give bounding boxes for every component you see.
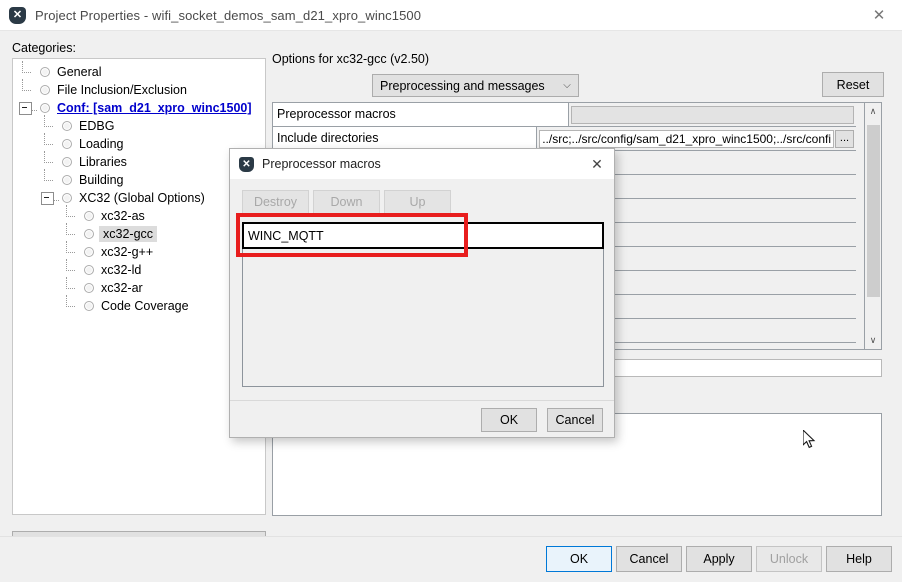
macros-list[interactable]: WINC_MQTT [242,222,604,387]
tree-expander-icon[interactable] [41,192,59,205]
sidebar-item-label: xc32-ar [101,281,143,295]
sidebar-item-label: File Inclusion/Exclusion [57,83,187,97]
modal-footer: OK Cancel [230,400,614,437]
sidebar-item-edbg[interactable]: EDBG [13,117,265,135]
tree-expander-icon[interactable] [19,102,37,115]
modal-footer-separator [230,400,614,401]
apply-button[interactable]: Apply [686,546,752,572]
modal-title: Preprocessor macros [262,157,381,171]
sidebar-item-label: XC32 (Global Options) [79,191,205,205]
browse-ellipsis-button[interactable]: ... [835,130,854,148]
sidebar-item-label: Code Coverage [101,299,189,313]
modal-title-bar: ✕ Preprocessor macros ✕ [230,149,614,179]
mouse-cursor [803,430,817,450]
sidebar-item-xc32-gcc[interactable]: xc32-gcc [13,225,265,243]
categories-tree: General File Inclusion/Exclusion Conf: [sa… [13,59,265,315]
sidebar-item-xc32-ld[interactable]: xc32-ld [13,261,265,279]
window-title-bar: ✕ Project Properties - wifi_socket_demos… [0,0,902,31]
sidebar-item-label: General [57,65,101,79]
tree-node-icon [84,247,94,257]
down-button: Down [313,190,380,214]
sidebar-item-label: xc32-g++ [101,245,153,259]
sidebar-item-loading[interactable]: Loading [13,135,265,153]
preprocessor-macros-dialog: ✕ Preprocessor macros ✕ Destroy Down Up … [229,148,615,438]
tree-node-icon [62,139,72,149]
sidebar-item-xc32-global-options[interactable]: XC32 (Global Options) [13,189,265,207]
tree-node-icon [40,85,50,95]
up-button: Up [384,190,451,214]
collapse-icon[interactable] [41,192,54,205]
tree-node-icon [84,283,94,293]
tree-connector [19,81,37,99]
window-title: Project Properties - wifi_socket_demos_s… [35,8,421,23]
scroll-down-icon[interactable]: ∨ [865,332,881,349]
tree-node-icon [84,229,94,239]
sidebar-item-label: Loading [79,137,124,151]
categories-label: Categories: [12,41,76,55]
tree-node-icon [40,67,50,77]
tree-node-icon [62,193,72,203]
tree-node-icon [62,121,72,131]
option-value-box[interactable] [571,106,854,124]
app-shield-x-icon: ✕ [9,7,26,24]
tree-node-icon [62,157,72,167]
reset-button[interactable]: Reset [822,72,884,97]
categories-tree-panel[interactable]: General File Inclusion/Exclusion Conf: [sa… [12,58,266,515]
macro-entry-input[interactable]: WINC_MQTT [242,222,604,249]
collapse-icon[interactable] [19,102,32,115]
chevron-down-icon: ⌵ [556,80,578,91]
ok-button[interactable]: OK [546,546,612,572]
sidebar-item-building[interactable]: Building [13,171,265,189]
project-properties-window: ✕ Project Properties - wifi_socket_demos… [0,0,902,582]
scroll-up-icon[interactable]: ∧ [865,103,881,120]
sidebar-item-label: Conf: [sam_d21_xpro_winc1500] [57,101,252,115]
sidebar-item-xc32-ar[interactable]: xc32-ar [13,279,265,297]
modal-cancel-button[interactable]: Cancel [547,408,603,432]
tree-node-icon [62,175,72,185]
dialog-button-bar: OK Cancel Apply Unlock Help [0,536,902,582]
sidebar-item-general[interactable]: General [13,63,265,81]
option-value-text[interactable]: ../src;../src/config/sam_d21_xpro_winc15… [539,130,834,148]
option-value-cell[interactable] [569,103,856,126]
button-bar-separator [0,536,902,537]
options-table-row[interactable]: Preprocessor macros [273,103,856,127]
sidebar-item-label: xc32-ld [101,263,141,277]
window-close-button[interactable]: ✕ [856,0,902,31]
sidebar-item-xc32-g[interactable]: xc32-g++ [13,243,265,261]
option-categories-select[interactable]: Preprocessing and messages ⌵ [372,74,579,97]
sidebar-item-file-inclusion-exclusion[interactable]: File Inclusion/Exclusion [13,81,265,99]
options-title: Options for xc32-gcc (v2.50) [272,52,429,66]
option-value-cell[interactable]: ../src;../src/config/sam_d21_xpro_winc15… [537,127,856,150]
sidebar-item-code-coverage[interactable]: Code Coverage [13,297,265,315]
modal-ok-button[interactable]: OK [481,408,537,432]
help-button[interactable]: Help [826,546,892,572]
sidebar-item-label: Libraries [79,155,127,169]
options-table-scrollbar[interactable]: ∧ ∨ [864,103,881,349]
sidebar-item-label: xc32-gcc [99,226,157,242]
destroy-button: Destroy [242,190,309,214]
option-name-cell: Preprocessor macros [273,103,569,126]
scrollbar-thumb[interactable] [867,125,880,297]
sidebar-item-label: Building [79,173,123,187]
sidebar-item-libraries[interactable]: Libraries [13,153,265,171]
tree-node-icon [40,103,50,113]
tree-connector [63,297,81,315]
sidebar-item-conf-sam-d21-xpro-winc1500[interactable]: Conf: [sam_d21_xpro_winc1500] [13,99,265,117]
modal-close-button[interactable]: ✕ [586,154,608,174]
cancel-button[interactable]: Cancel [616,546,682,572]
app-shield-x-icon: ✕ [239,157,254,172]
sidebar-item-label: xc32-as [101,209,145,223]
sidebar-item-label: EDBG [79,119,114,133]
option-name-cell: Include directories [273,127,537,150]
tree-node-icon [84,211,94,221]
sidebar-item-xc32-as[interactable]: xc32-as [13,207,265,225]
unlock-button: Unlock [756,546,822,572]
modal-toolbar: Destroy Down Up [242,190,451,214]
modal-body: Destroy Down Up WINC_MQTT OK Cancel [230,179,614,438]
tree-node-icon [84,265,94,275]
option-categories-value: Preprocessing and messages [373,79,556,93]
tree-node-icon [84,301,94,311]
tree-connector [41,171,59,189]
